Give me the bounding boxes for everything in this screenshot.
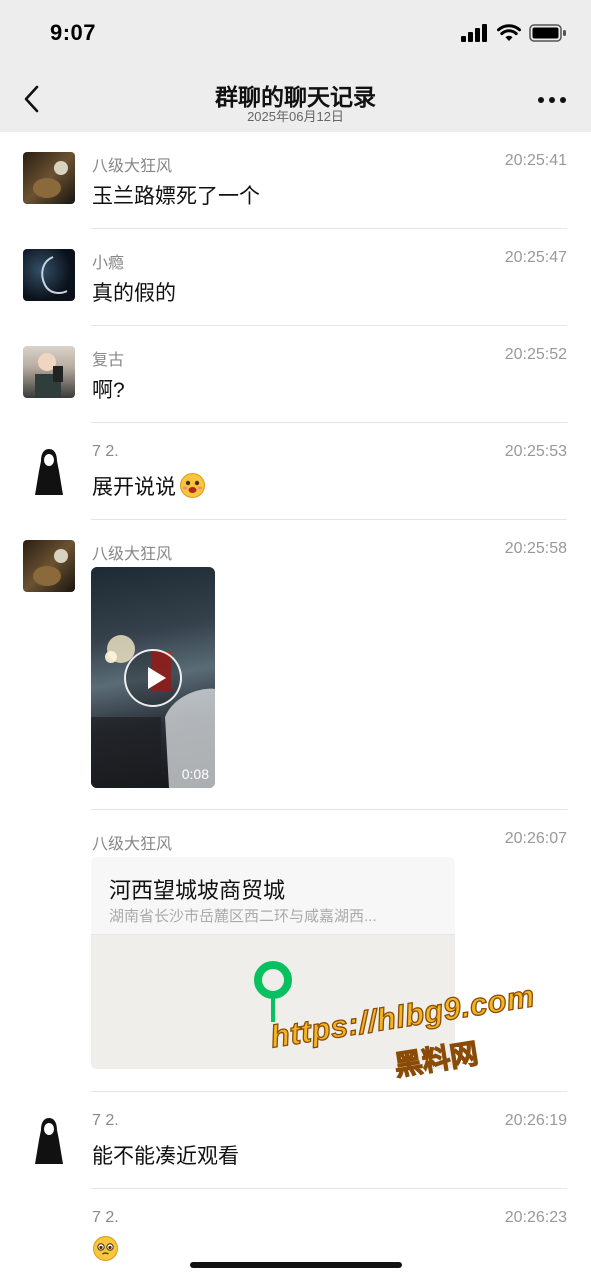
message-time: 20:26:23 [504, 1209, 567, 1226]
message-text: 展开说说 [92, 471, 206, 501]
avatar[interactable] [23, 152, 75, 204]
chat-message[interactable]: 八级大狂风 20:25:41 玉兰路嫖死了一个 [0, 132, 591, 229]
avatar[interactable] [23, 540, 75, 592]
sender-name: 复古 [92, 352, 125, 369]
page-subtitle-date: 2025年06月12日 [247, 109, 344, 124]
chat-message[interactable]: 复古 20:25:52 啊? [0, 326, 591, 423]
status-bar: 9:07 [0, 0, 591, 66]
location-title: 河西望城坡商贸城 [109, 878, 286, 903]
message-time: 20:26:19 [504, 1112, 567, 1129]
message-text: 啊? [92, 379, 125, 402]
avatar[interactable] [23, 443, 75, 495]
video-duration: 0:08 [181, 766, 209, 782]
message-time: 20:25:52 [504, 346, 567, 363]
chat-message[interactable]: 小瘾 20:25:47 真的假的 [0, 229, 591, 326]
chat-message[interactable]: 7 2. 20:25:53 展开说说 [0, 423, 591, 520]
sender-name: 小瘾 [92, 255, 125, 272]
video-message[interactable]: 0:08 [91, 567, 215, 788]
location-address: 湖南省长沙市岳麓区西二环与咸嘉湖西... [109, 908, 377, 925]
watermark-label: 黑料网 [392, 1037, 481, 1082]
message-time: 20:25:53 [504, 443, 567, 460]
pleading-face-icon [93, 1236, 118, 1261]
message-text-content: 展开说说 [92, 476, 176, 499]
avatar[interactable] [23, 249, 75, 301]
sender-name: 7 2. [92, 443, 119, 460]
play-icon[interactable] [124, 649, 182, 707]
avatar[interactable] [23, 1112, 75, 1164]
message-text: 玉兰路嫖死了一个 [92, 185, 260, 208]
avatar[interactable] [23, 346, 75, 398]
sender-name: 八级大狂风 [92, 836, 173, 853]
sender-name: 八级大狂风 [92, 546, 173, 563]
message-time: 20:25:58 [504, 540, 567, 557]
more-options-icon[interactable] [537, 96, 567, 104]
message-text: 能不能凑近观看 [92, 1145, 239, 1168]
home-indicator[interactable] [190, 1262, 402, 1268]
wifi-icon [497, 24, 521, 41]
message-time: 20:25:41 [504, 152, 567, 169]
cellular-signal-icon [461, 24, 487, 42]
drooling-face-icon [180, 473, 205, 498]
message-time: 20:26:07 [504, 830, 567, 847]
status-time: 9:07 [50, 20, 97, 45]
sender-name: 7 2. [92, 1209, 119, 1226]
nav-bar: 群聊的聊天记录 2025年06月12日 [0, 66, 591, 132]
battery-icon [529, 24, 566, 42]
chat-message[interactable]: 八级大狂风 20:25:58 [0, 520, 591, 810]
status-icons [461, 24, 567, 42]
message-text: 真的假的 [92, 282, 176, 305]
sender-name: 八级大狂风 [92, 158, 173, 175]
message-emoji [92, 1235, 119, 1263]
sender-name: 7 2. [92, 1112, 119, 1129]
message-time: 20:25:47 [504, 249, 567, 266]
